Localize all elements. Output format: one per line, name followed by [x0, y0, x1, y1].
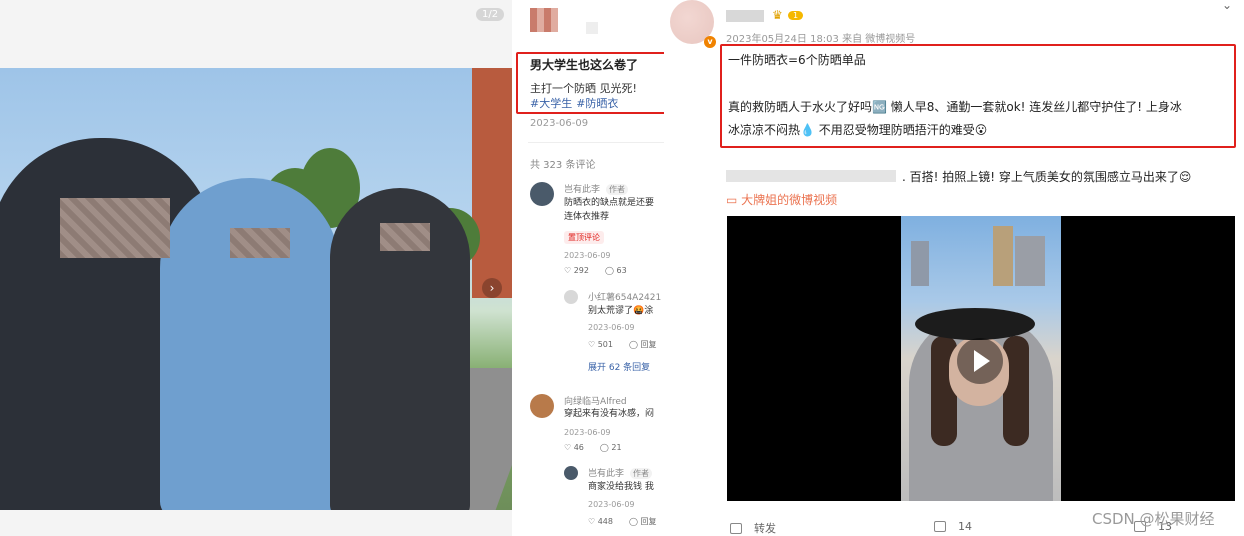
comment-stats: ♡ 292 ◯ 63 [564, 266, 643, 275]
post-body: 主打一个防晒 见光死! [530, 82, 637, 95]
weibo-username-blurred[interactable] [726, 10, 764, 22]
screenshot-root: 1/2 › 男大学生也这么卷了 主打一个防晒 见光死! #大学生 #防晒衣 202… [0, 0, 1244, 536]
tag-link[interactable]: #大学生 [530, 97, 572, 110]
reply-button[interactable]: ◯ 回复 [629, 517, 664, 526]
csdn-watermark: CSDN @松果财经 [1092, 510, 1215, 528]
expand-replies-link[interactable]: 展开 62 条回复 [588, 360, 650, 373]
author-avatar[interactable] [530, 8, 558, 32]
reply-count[interactable]: ◯ 63 [605, 266, 635, 275]
commenter-avatar[interactable] [530, 182, 554, 206]
video-building [993, 226, 1013, 286]
post-title: 男大学生也这么卷了 [530, 58, 639, 72]
commenter-name[interactable]: 岂有此李 作者 [588, 466, 653, 479]
comment-stats: ♡ 448 ◯ 回复 [588, 516, 664, 527]
commenter-avatar[interactable] [530, 394, 554, 418]
repost-button[interactable]: 转发 [730, 520, 776, 536]
play-icon[interactable] [957, 338, 1003, 384]
like-count[interactable]: ♡ 501 [588, 340, 621, 349]
comment-text: 商家没给我钱 我 [588, 482, 654, 492]
mosaic-face [230, 228, 290, 258]
comment-button[interactable]: 14 [934, 520, 972, 533]
mosaic-face [60, 198, 170, 258]
divider [528, 142, 664, 143]
post-image-area: 1/2 › [0, 0, 512, 536]
blurred-text [726, 170, 896, 182]
post-tags: #大学生 #防晒衣 [530, 95, 622, 111]
share-icon [730, 523, 742, 534]
weibo-text-line: 冰凉凉不闷热💧 不用忍受物理防晒捂汗的难受😮 [728, 123, 988, 137]
commenter-avatar[interactable] [564, 466, 578, 480]
comment-date: 2023-06-09 [564, 428, 611, 437]
commenter-name[interactable]: 小红薯654A2421 [588, 290, 661, 303]
comment-count: 共 323 条评论 [530, 160, 596, 171]
video-camera-icon: ▭ [726, 193, 742, 207]
like-count[interactable]: ♡ 448 [588, 517, 621, 526]
video-building [1015, 236, 1045, 286]
video-building [911, 241, 929, 286]
like-count[interactable]: ♡ 292 [564, 266, 597, 275]
chevron-down-icon[interactable]: ⌄ [1222, 0, 1232, 12]
comment-date: 2023-06-09 [564, 251, 611, 260]
tag-link[interactable]: #防晒衣 [576, 97, 618, 110]
level-badge: 1 [788, 11, 804, 20]
video-visor [915, 308, 1035, 340]
commenter-avatar[interactable] [564, 290, 578, 304]
reply-count[interactable]: ◯ 21 [600, 443, 630, 452]
post-meta: 2023年05月24日 18:03 来自 微博视频号 [726, 34, 916, 45]
comment-stats: ♡ 501 ◯ 回复 [588, 339, 664, 350]
repost-text: . 百搭! 拍照上镜! 穿上气质美女的氛围感立马出来了😌 [726, 168, 1191, 185]
comment-text: 穿起来有没有冰感，闷 [564, 409, 655, 419]
commenter-name[interactable]: 向绿临马Alfred [564, 394, 627, 407]
next-image-arrow-icon[interactable]: › [482, 278, 502, 298]
comment-date: 2023-06-09 [588, 500, 635, 509]
verified-badge-icon: v [704, 36, 716, 48]
photo-building [472, 68, 512, 298]
video-hair [1003, 336, 1029, 446]
post-date: 2023-06-09 [530, 118, 589, 129]
comment-text: 别太荒谬了🤬涂 [588, 306, 654, 316]
reply-button[interactable]: ◯ 回复 [629, 340, 664, 349]
video-player[interactable] [727, 216, 1235, 501]
like-count[interactable]: ♡ 46 [564, 443, 592, 452]
weibo-post: v ♛ 1 ⌄ 2023年05月24日 18:03 来自 微博视频号 一件防晒衣… [664, 0, 1244, 536]
comment-date: 2023-06-09 [588, 323, 635, 332]
comment-text: 防晒衣的缺点就是还要 [564, 198, 655, 208]
comment-text: 连体衣推荐 [564, 212, 610, 222]
crown-icon: ♛ [772, 8, 783, 22]
author-tag: 作者 [630, 468, 653, 479]
image-page-counter: 1/2 [476, 8, 505, 21]
weibo-text-line: 一件防晒衣=6个防晒单品 [728, 53, 866, 67]
weibo-text-line: 真的救防晒人于水火了好吗🆖 懒人早8、通勤一套就ok! 连发丝儿都守护住了! 上… [728, 100, 1182, 114]
post-photo[interactable] [0, 68, 512, 510]
comment-stats: ♡ 46 ◯ 21 [564, 443, 638, 452]
mosaic-face [380, 223, 430, 251]
author-name-blurred[interactable] [586, 22, 598, 34]
commenter-name[interactable]: 岂有此李 作者 [564, 182, 629, 195]
post-detail-panel: 男大学生也这么卷了 主打一个防晒 见光死! #大学生 #防晒衣 2023-06-0… [514, 0, 664, 536]
comment-icon [934, 521, 946, 532]
pinned-comment-badge: 置顶评论 [564, 231, 604, 244]
video-source-link[interactable]: ▭ 大牌姐的微博视频 [726, 191, 837, 208]
author-tag: 作者 [606, 184, 629, 195]
